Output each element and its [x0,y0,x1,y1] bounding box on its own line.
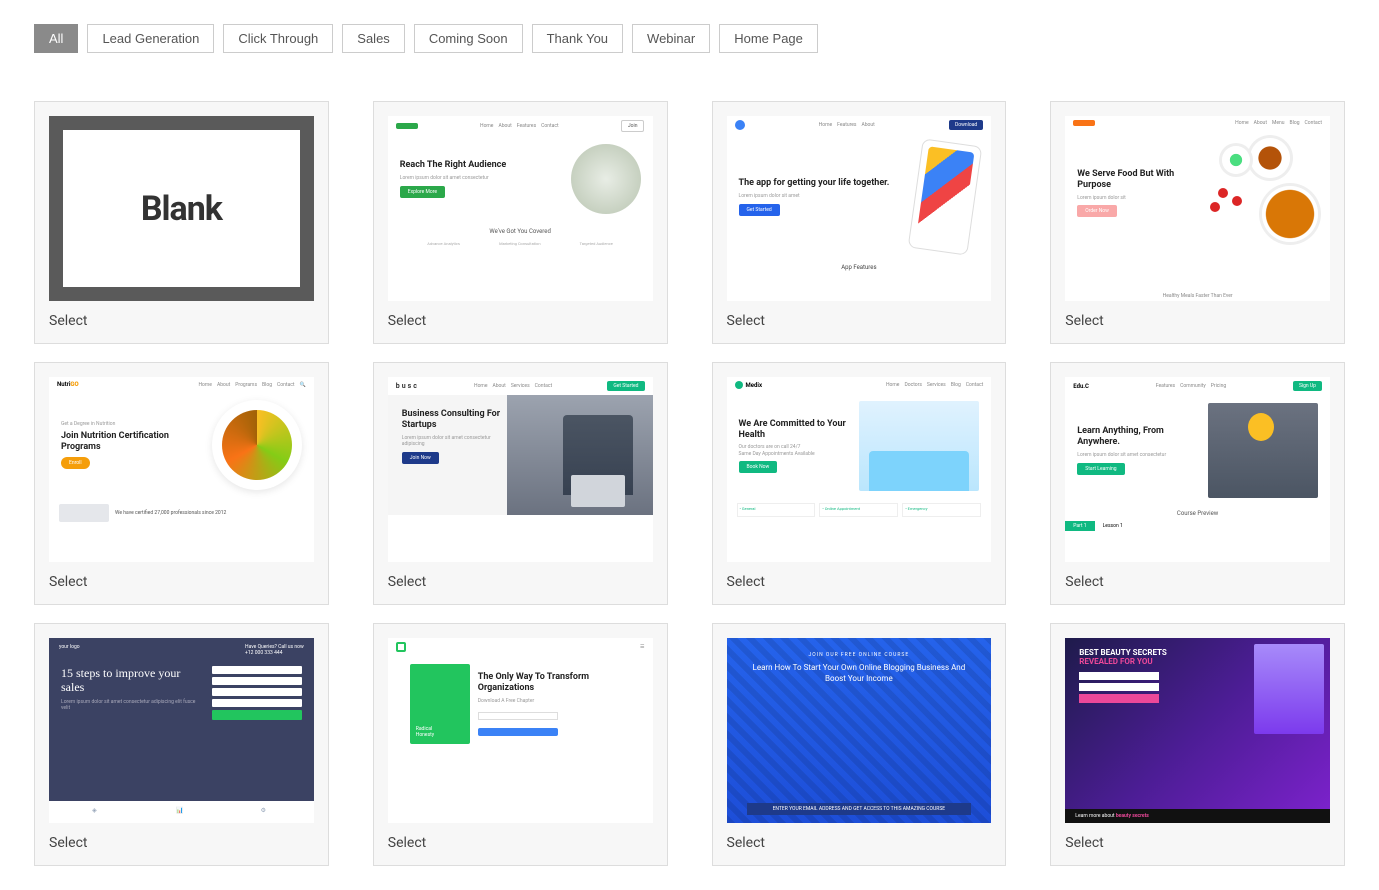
template-card[interactable]: HomeAboutMenuBlogContact We Serve Food B… [1050,101,1345,344]
template-card[interactable]: HomeAboutFeaturesContactJoin Reach The R… [373,101,668,344]
cta-btn: Explore More [400,186,445,198]
logo-text: your logo [59,644,80,656]
select-button[interactable]: Select [727,574,992,590]
filter-sales[interactable]: Sales [342,24,405,53]
template-card[interactable]: MedixHomeDoctorsServicesBlogContact We A… [712,362,1007,605]
template-card-blank[interactable]: Blank Select [34,101,329,344]
headline: The Only Way To Transform Organizations [478,672,641,694]
template-card[interactable]: your logoHave Queries? Call us now+12 00… [34,623,329,866]
template-card[interactable]: ☰ RadicalHonesty The Only Way To Transfo… [373,623,668,866]
filter-coming-soon[interactable]: Coming Soon [414,24,523,53]
logo-text: Medix [746,382,763,389]
logo-text: busc [396,382,419,390]
cta-btn: Join Now [402,452,439,464]
headline: We Serve Food But With Purpose [1077,169,1190,191]
section-title: App Features [727,264,992,271]
select-button[interactable]: Select [49,574,314,590]
headline: The app for getting your life together. [739,178,908,189]
subheading: Download A Free Chapter [478,698,641,705]
preheading: JOIN OUR FREE ONLINE COURSE [747,652,972,658]
select-button[interactable]: Select [1065,574,1330,590]
select-button[interactable]: Select [388,313,653,329]
headline: We Are Committed to Your Health [739,419,852,441]
select-button[interactable]: Select [727,835,992,851]
filter-thank-you[interactable]: Thank You [532,24,623,53]
headline: Join Nutrition Certification Programs [61,431,204,453]
select-button[interactable]: Select [1065,835,1330,851]
cta-btn: Book Now [739,461,778,473]
stat-text: We have certified 27,000 professionals s… [115,510,226,516]
select-button[interactable]: Select [1065,313,1330,329]
headline: Learn How To Start Your Own Online Blogg… [747,662,972,684]
headline: Business Consulting For Startups [402,409,512,431]
template-card[interactable]: NutriGOHomeAboutProgramsBlogContact🔍 Get… [34,362,329,605]
template-grid: Blank Select HomeAboutFeaturesContactJoi… [34,101,1345,866]
template-card[interactable]: HomeFeaturesAboutDownload The app for ge… [712,101,1007,344]
filter-click-through[interactable]: Click Through [223,24,333,53]
preheading: Get a Degree in Nutrition [61,421,204,428]
cta-btn: Start Learning [1077,463,1124,475]
thumbnail: HomeAboutFeaturesContactJoin Reach The R… [388,116,653,301]
select-button[interactable]: Select [388,574,653,590]
template-card[interactable]: buscHomeAboutServicesContactGet Started … [373,362,668,605]
template-card[interactable]: BEST BEAUTY SECRETS REVEALED FOR YOU Lea… [1050,623,1345,866]
filter-all[interactable]: All [34,24,78,53]
select-button[interactable]: Select [49,835,314,851]
thumbnail: your logoHave Queries? Call us now+12 00… [49,638,314,823]
select-button[interactable]: Select [727,313,992,329]
subheading: We've Got You Covered [388,228,653,235]
headline: Reach The Right Audience [400,160,563,171]
filter-bar: All Lead Generation Click Through Sales Comi… [34,24,1345,53]
template-card[interactable]: JOIN OUR FREE ONLINE COURSE Learn How To… [712,623,1007,866]
thumbnail: Blank [49,116,314,301]
thumbnail: HomeFeaturesAboutDownload The app for ge… [727,116,992,301]
headline: 15 steps to improve your sales [61,666,202,695]
filter-home-page[interactable]: Home Page [719,24,818,53]
filter-webinar[interactable]: Webinar [632,24,710,53]
thumbnail: buscHomeAboutServicesContactGet Started … [388,377,653,562]
thumbnail: Edu.CFeaturesCommunityPricingSign Up Lea… [1065,377,1330,562]
cta-btn: Order Now [1077,205,1117,217]
section-title: Course Preview [1065,510,1330,517]
form-label: ENTER YOUR EMAIL ADDRESS AND GET ACCESS … [747,803,972,815]
thumbnail: ☰ RadicalHonesty The Only Way To Transfo… [388,638,653,823]
thumbnail: MedixHomeDoctorsServicesBlogContact We A… [727,377,992,562]
template-card[interactable]: Edu.CFeaturesCommunityPricingSign Up Lea… [1050,362,1345,605]
select-button[interactable]: Select [49,313,314,329]
cta-btn: Get Started [739,204,780,216]
thumbnail: HomeAboutMenuBlogContact We Serve Food B… [1065,116,1330,301]
filter-lead-generation[interactable]: Lead Generation [87,24,214,53]
select-button[interactable]: Select [388,835,653,851]
blank-label: Blank [63,130,300,287]
logo-text: Edu.C [1073,383,1089,390]
thumbnail: NutriGOHomeAboutProgramsBlogContact🔍 Get… [49,377,314,562]
thumbnail: JOIN OUR FREE ONLINE COURSE Learn How To… [727,638,992,823]
thumbnail: BEST BEAUTY SECRETS REVEALED FOR YOU Lea… [1065,638,1330,823]
headline: Learn Anything, From Anywhere. [1077,426,1200,448]
tagline: Healthy Meals Faster Than Ever [1065,293,1330,299]
